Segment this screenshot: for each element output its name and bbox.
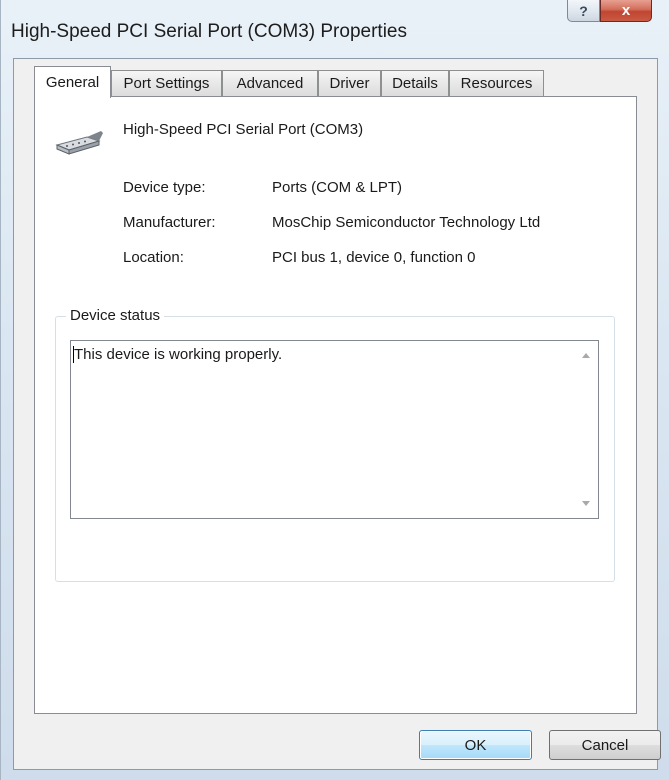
tab-driver-label: Driver bbox=[329, 75, 370, 92]
cancel-button-label: Cancel bbox=[581, 736, 629, 754]
device-status-title: Device status bbox=[66, 307, 165, 324]
tab-resources[interactable]: Resources bbox=[449, 70, 544, 96]
tab-port-settings-label: Port Settings bbox=[123, 75, 210, 92]
device-status-textbox[interactable]: This device is working properly. bbox=[70, 340, 599, 519]
close-button[interactable]: x bbox=[600, 0, 652, 22]
device-status-text: This device is working properly. bbox=[74, 346, 283, 363]
close-icon: x bbox=[621, 2, 631, 19]
properties-dialog: High-Speed PCI Serial Port (COM3) Proper… bbox=[0, 0, 669, 780]
title-bar[interactable]: High-Speed PCI Serial Port (COM3) Proper… bbox=[1, 0, 669, 58]
scroll-up-arrow-icon[interactable] bbox=[582, 353, 590, 358]
ok-button-label: OK bbox=[464, 736, 487, 754]
device-status-group: Device status This device is working pro… bbox=[55, 307, 615, 582]
tab-port-settings[interactable]: Port Settings bbox=[111, 70, 222, 96]
general-tab-panel: High-Speed PCI Serial Port (COM3) Device… bbox=[34, 96, 637, 714]
tab-advanced-label: Advanced bbox=[236, 75, 304, 92]
tab-advanced[interactable]: Advanced bbox=[222, 70, 318, 96]
help-button[interactable]: ? bbox=[567, 0, 600, 22]
help-icon: ? bbox=[579, 2, 588, 19]
tab-general-label: General bbox=[45, 74, 100, 91]
manufacturer-label: Manufacturer: bbox=[123, 214, 216, 231]
device-name: High-Speed PCI Serial Port (COM3) bbox=[123, 121, 364, 138]
tab-resources-label: Resources bbox=[460, 75, 533, 92]
ok-button[interactable]: OK bbox=[419, 730, 532, 760]
location-value: PCI bus 1, device 0, function 0 bbox=[272, 249, 476, 266]
tab-details-label: Details bbox=[392, 75, 438, 92]
window-title: High-Speed PCI Serial Port (COM3) Proper… bbox=[11, 21, 407, 42]
device-type-label: Device type: bbox=[123, 179, 206, 196]
scroll-down-arrow-icon[interactable] bbox=[582, 501, 590, 506]
location-label: Location: bbox=[123, 249, 184, 266]
device-type-value: Ports (COM & LPT) bbox=[272, 179, 403, 196]
manufacturer-value: MosChip Semiconductor Technology Ltd bbox=[272, 214, 541, 231]
dialog-client-area: General Port Settings Advanced Driver De… bbox=[13, 58, 661, 770]
tab-general[interactable]: General bbox=[34, 66, 111, 98]
serial-port-icon bbox=[55, 131, 103, 155]
tab-details[interactable]: Details bbox=[381, 70, 449, 96]
cancel-button[interactable]: Cancel bbox=[549, 730, 661, 760]
tab-driver[interactable]: Driver bbox=[318, 70, 381, 96]
